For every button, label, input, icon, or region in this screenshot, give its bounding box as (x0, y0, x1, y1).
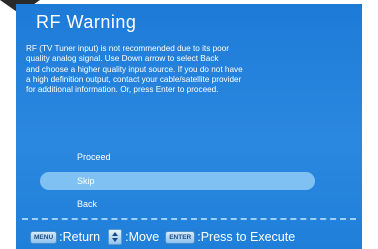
rf-warning-dialog: RF Warning RF (TV Tuner input) is not re… (16, 4, 362, 249)
option-proceed[interactable]: Proceed (40, 148, 315, 166)
footer-hints: MENU :Return :Move ENTER :Press to Execu… (30, 228, 295, 246)
option-back[interactable]: Back (40, 195, 315, 213)
dialog-title: RF Warning (36, 12, 137, 32)
up-down-arrows-icon (108, 229, 123, 245)
move-hint: :Move (125, 230, 160, 244)
enter-key-icon: ENTER (165, 230, 196, 244)
option-label: Proceed (77, 152, 111, 162)
dashed-divider (22, 218, 356, 220)
warning-message: RF (TV Tuner input) is not recommended d… (26, 44, 243, 95)
option-label: Skip (77, 176, 95, 186)
menu-key-icon: MENU (30, 230, 58, 244)
option-label: Back (77, 199, 98, 209)
option-skip[interactable]: Skip (40, 172, 315, 190)
enter-hint: :Press to Execute (197, 230, 296, 244)
menu-hint: :Return (59, 230, 101, 244)
